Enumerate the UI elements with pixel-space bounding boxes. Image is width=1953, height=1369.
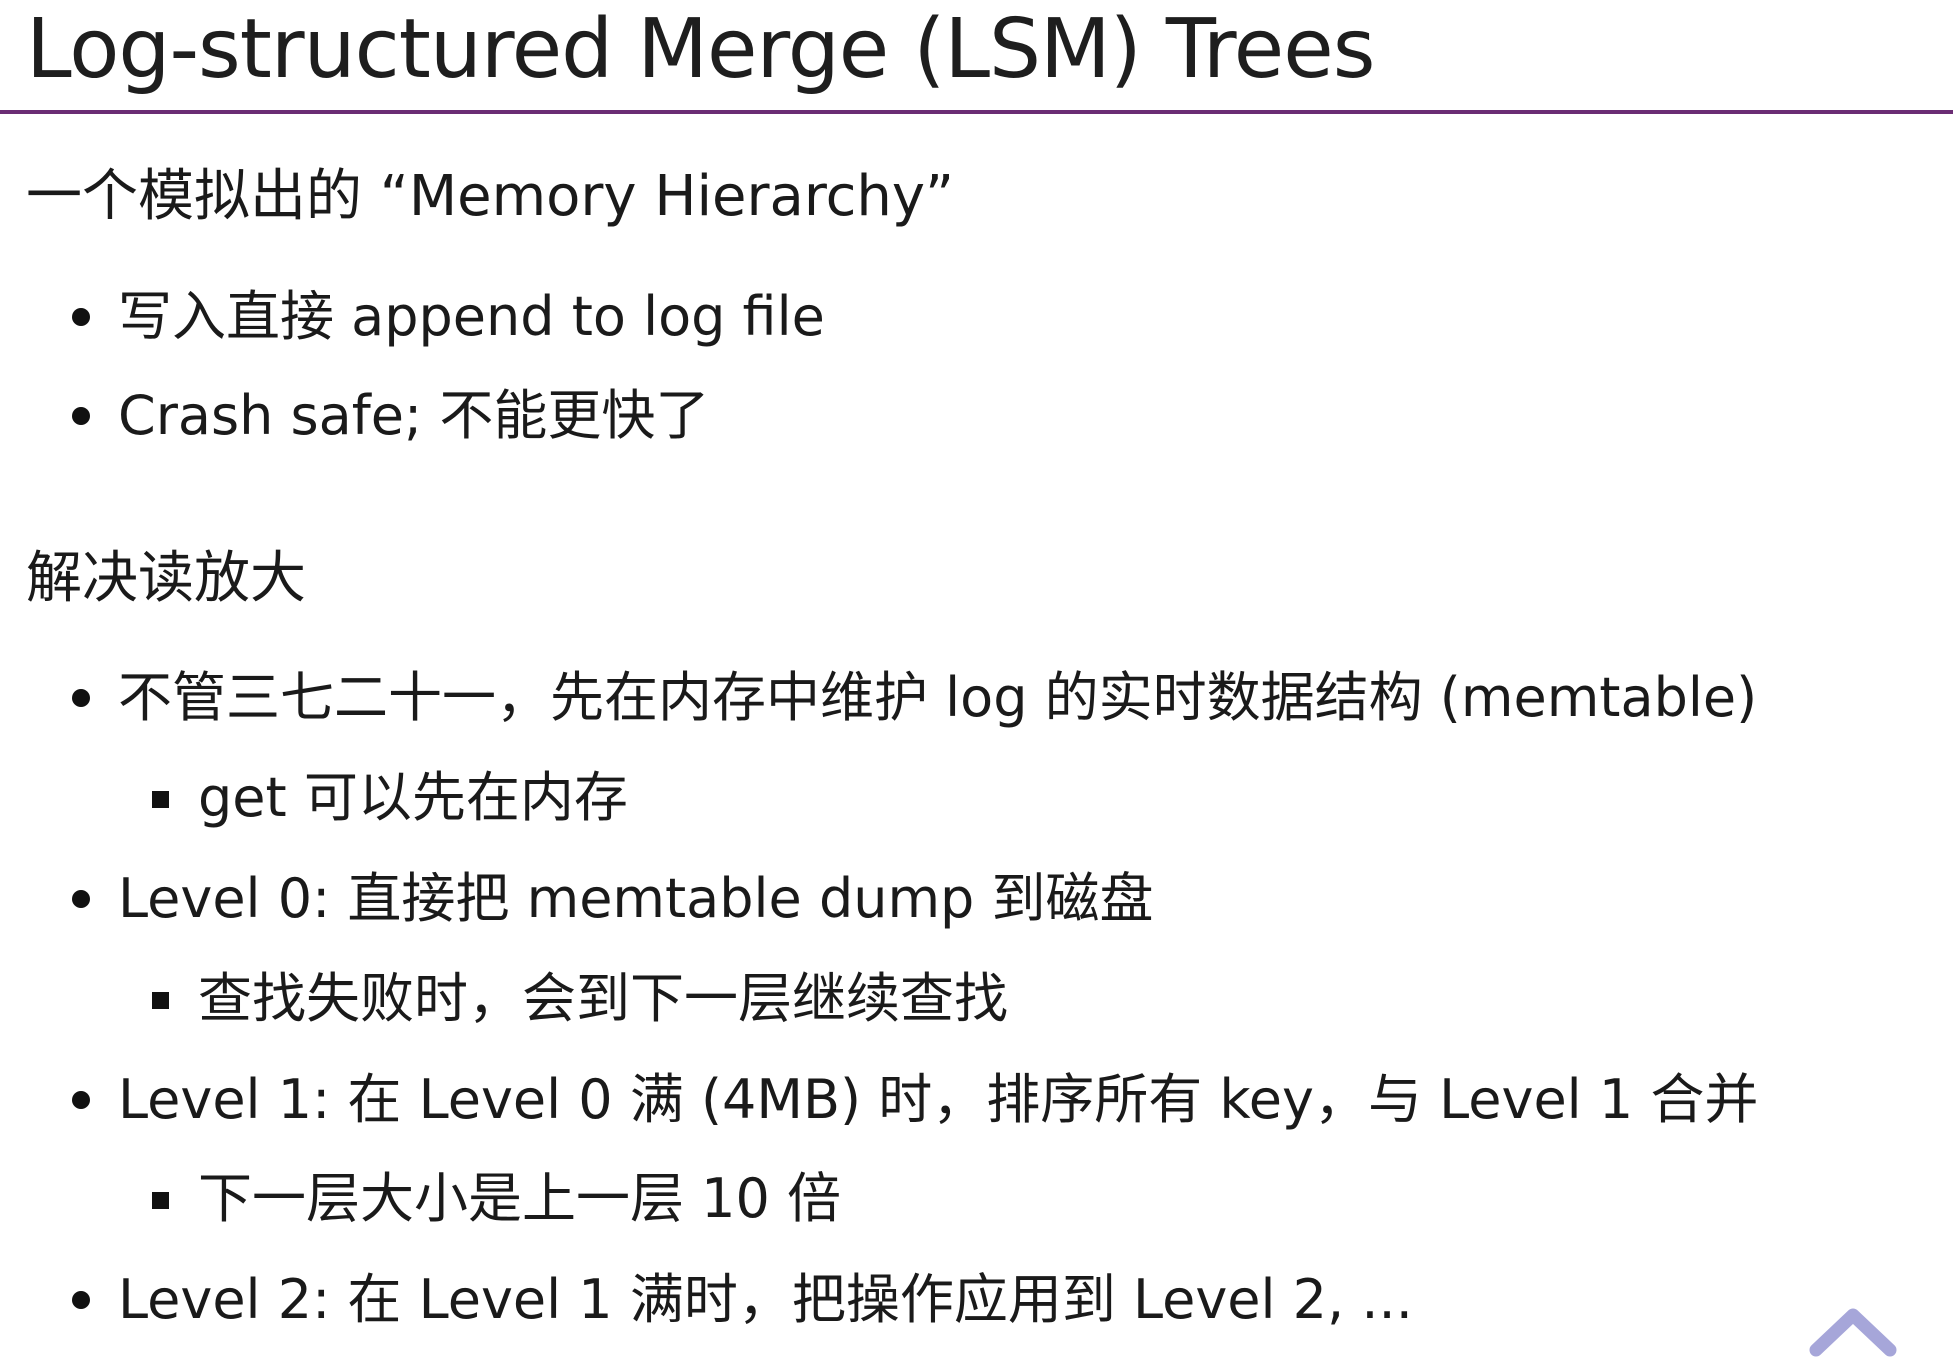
bullet-square-icon bbox=[152, 1192, 169, 1209]
sub-bullet-item: 查找失败时，会到下一层继续查找 bbox=[152, 964, 1008, 1034]
sub-bullet-text: 查找失败时，会到下一层继续查找 bbox=[198, 967, 1008, 1030]
sub-bullet-item: get 可以先在内存 bbox=[152, 763, 628, 833]
sub-bullet-text: 下一层大小是上一层 10 倍 bbox=[198, 1167, 842, 1230]
bullet-text: Crash safe; 不能更快了 bbox=[118, 384, 710, 447]
bullet-item: 写入直接 append to log file bbox=[72, 282, 825, 352]
bullet-item: Level 1: 在 Level 0 满 (4MB) 时，排序所有 key，与 … bbox=[72, 1065, 1759, 1135]
bullet-text: Level 0: 直接把 memtable dump 到磁盘 bbox=[118, 867, 1154, 930]
bullet-item: 不管三七二十一，先在内存中维护 log 的实时数据结构 (memtable) bbox=[72, 663, 1758, 733]
bullet-text: 写入直接 append to log file bbox=[118, 285, 825, 348]
bullet-dot-icon bbox=[72, 890, 90, 908]
bullet-dot-icon bbox=[72, 1291, 90, 1309]
slide-title: Log-structured Merge (LSM) Trees bbox=[26, 2, 1375, 97]
bullet-text: Level 2: 在 Level 1 满时，把操作应用到 Level 2, ..… bbox=[118, 1268, 1413, 1331]
bullet-dot-icon bbox=[72, 689, 90, 707]
bullet-text: Level 1: 在 Level 0 满 (4MB) 时，排序所有 key，与 … bbox=[118, 1068, 1759, 1131]
section-heading-memory-hierarchy: 一个模拟出的 “Memory Hierarchy” bbox=[26, 164, 955, 229]
bullet-text: 不管三七二十一，先在内存中维护 log 的实时数据结构 (memtable) bbox=[118, 666, 1758, 729]
sub-bullet-item: 下一层大小是上一层 10 倍 bbox=[152, 1164, 842, 1234]
bullet-dot-icon bbox=[72, 1091, 90, 1109]
sub-bullet-text: get 可以先在内存 bbox=[198, 766, 628, 829]
bullet-item: Level 0: 直接把 memtable dump 到磁盘 bbox=[72, 864, 1154, 934]
bullet-item: Crash safe; 不能更快了 bbox=[72, 381, 710, 451]
bullet-dot-icon bbox=[72, 407, 90, 425]
chevron-up-icon[interactable] bbox=[1808, 1300, 1898, 1360]
bullet-dot-icon bbox=[72, 308, 90, 326]
section-heading-read-amplification: 解决读放大 bbox=[26, 546, 306, 611]
title-divider bbox=[0, 110, 1953, 114]
bullet-item: Level 2: 在 Level 1 满时，把操作应用到 Level 2, ..… bbox=[72, 1265, 1413, 1335]
bullet-square-icon bbox=[152, 992, 169, 1009]
bullet-square-icon bbox=[152, 791, 169, 808]
